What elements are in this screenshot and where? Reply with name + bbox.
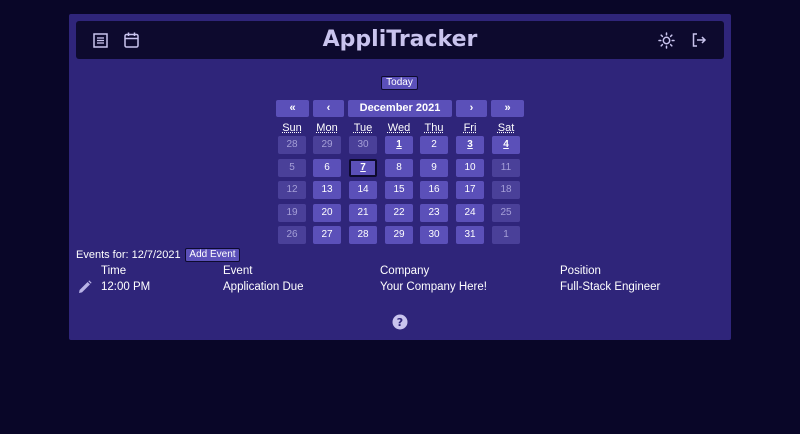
prev-month-button[interactable]: ‹ [313, 100, 344, 117]
weekday-fri: Fri [463, 122, 477, 134]
day-cell[interactable]: 4 [492, 136, 520, 154]
prev-year-button[interactable]: « [276, 100, 309, 117]
event-company: Your Company Here! [380, 281, 487, 293]
day-cell[interactable]: 23 [420, 204, 448, 222]
next-year-button[interactable]: » [491, 100, 524, 117]
day-cell[interactable]: 5 [278, 159, 306, 177]
weekday-tue: Tue [353, 122, 373, 134]
day-cell[interactable]: 28 [349, 226, 377, 244]
event-position: Full-Stack Engineer [560, 281, 661, 293]
weekday-wed: Wed [387, 122, 411, 134]
day-cell[interactable]: 10 [456, 159, 484, 177]
header-company: Company [380, 265, 430, 277]
month-label-button[interactable]: December 2021 [348, 100, 452, 117]
day-cell[interactable]: 25 [492, 204, 520, 222]
edit-pencil-icon[interactable] [78, 280, 92, 294]
header-event: Event [223, 265, 253, 277]
day-cell[interactable]: 26 [278, 226, 306, 244]
help-icon[interactable]: ? [392, 314, 408, 330]
day-cell[interactable]: 24 [456, 204, 484, 222]
header-time: Time [101, 265, 127, 277]
events-date-label: Events for: 12/7/2021 [76, 249, 181, 261]
event-time: 12:00 PM [101, 281, 151, 293]
app-title: AppliTracker [322, 27, 478, 52]
top-navbar: AppliTracker [76, 21, 724, 59]
weekday-mon: Mon [316, 122, 338, 134]
day-cell[interactable]: 30 [420, 226, 448, 244]
day-cell[interactable]: 30 [349, 136, 377, 154]
header-position: Position [560, 265, 601, 277]
day-cell[interactable]: 29 [313, 136, 341, 154]
day-cell[interactable]: 12 [278, 181, 306, 199]
day-cell[interactable]: 6 [313, 159, 341, 177]
day-cell[interactable]: 14 [349, 181, 377, 199]
day-cell[interactable]: 31 [456, 226, 484, 244]
day-cell[interactable]: 27 [313, 226, 341, 244]
add-event-button[interactable]: Add Event [185, 248, 240, 262]
day-cell[interactable]: 1 [385, 136, 413, 154]
next-month-button[interactable]: › [456, 100, 487, 117]
day-cell[interactable]: 8 [385, 159, 413, 177]
day-cell[interactable]: 1 [492, 226, 520, 244]
day-cell[interactable]: 19 [278, 204, 306, 222]
logout-icon[interactable] [690, 31, 708, 49]
weekday-thu: Thu [424, 122, 444, 134]
sun-icon[interactable] [657, 31, 675, 49]
day-cell[interactable]: 18 [492, 181, 520, 199]
day-cell[interactable]: 13 [313, 181, 341, 199]
day-cell[interactable]: 21 [349, 204, 377, 222]
day-cell[interactable]: 28 [278, 136, 306, 154]
event-name: Application Due [223, 281, 304, 293]
weekday-sat: Sat [497, 122, 515, 134]
weekday-sun: Sun [282, 122, 302, 134]
day-cell[interactable]: 3 [456, 136, 484, 154]
main-panel: AppliTracker Today « ‹ December 2021 › »… [69, 14, 731, 340]
svg-text:?: ? [397, 316, 403, 329]
day-cell[interactable]: 22 [385, 204, 413, 222]
day-cell[interactable]: 2 [420, 136, 448, 154]
day-cell[interactable]: 15 [385, 181, 413, 199]
day-cell[interactable]: 9 [420, 159, 448, 177]
day-cell[interactable]: 11 [492, 159, 520, 177]
day-cell[interactable]: 29 [385, 226, 413, 244]
today-button[interactable]: Today [381, 76, 418, 90]
day-cell[interactable]: 17 [456, 181, 484, 199]
day-cell-selected[interactable]: 7 [349, 159, 377, 177]
day-cell[interactable]: 16 [420, 181, 448, 199]
day-cell[interactable]: 20 [313, 204, 341, 222]
